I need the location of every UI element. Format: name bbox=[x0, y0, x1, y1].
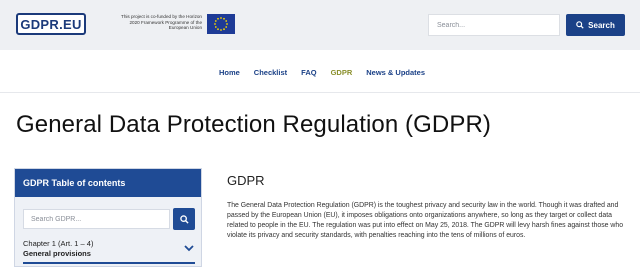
chapter-title: General provisions bbox=[23, 249, 91, 258]
section-heading: GDPR bbox=[227, 173, 265, 188]
nav-item-gdpr[interactable]: GDPR bbox=[331, 68, 353, 77]
eu-funding-notice: This project is co-funded by the Horizon… bbox=[121, 14, 202, 31]
toc-chapter-item[interactable]: Chapter 1 (Art. 1 – 4) General provision… bbox=[23, 239, 195, 259]
nav-item-home[interactable]: Home bbox=[219, 68, 240, 77]
site-header: GDPR.EU This project is co-funded by the… bbox=[0, 0, 640, 50]
search-icon bbox=[179, 214, 189, 224]
toc-search-input[interactable] bbox=[23, 209, 170, 229]
chapter-number: Chapter 1 (Art. 1 – 4) bbox=[23, 239, 94, 248]
page-title: General Data Protection Regulation (GDPR… bbox=[16, 111, 491, 138]
toc-panel: GDPR Table of contents Chapter 1 (Art. 1… bbox=[14, 168, 202, 267]
chevron-down-icon bbox=[184, 245, 194, 252]
toc-search-button[interactable] bbox=[173, 208, 195, 230]
site-logo[interactable]: GDPR.EU bbox=[16, 13, 86, 35]
nav-item-checklist[interactable]: Checklist bbox=[254, 68, 287, 77]
eu-flag-icon bbox=[207, 14, 235, 34]
chapter-expand-toggle[interactable] bbox=[182, 241, 196, 255]
site-search-button[interactable]: Search bbox=[566, 14, 625, 36]
search-button-label: Search bbox=[588, 20, 615, 30]
search-icon bbox=[576, 21, 584, 29]
intro-paragraph: The General Data Protection Regulation (… bbox=[227, 202, 624, 240]
chapter-divider bbox=[23, 262, 195, 264]
nav-item-faq[interactable]: FAQ bbox=[301, 68, 316, 77]
nav-item-news-updates[interactable]: News & Updates bbox=[366, 68, 425, 77]
main-nav: Home Checklist FAQ GDPR News & Updates bbox=[0, 50, 640, 93]
toc-header: GDPR Table of contents bbox=[15, 169, 201, 197]
site-search-input[interactable] bbox=[428, 14, 560, 36]
